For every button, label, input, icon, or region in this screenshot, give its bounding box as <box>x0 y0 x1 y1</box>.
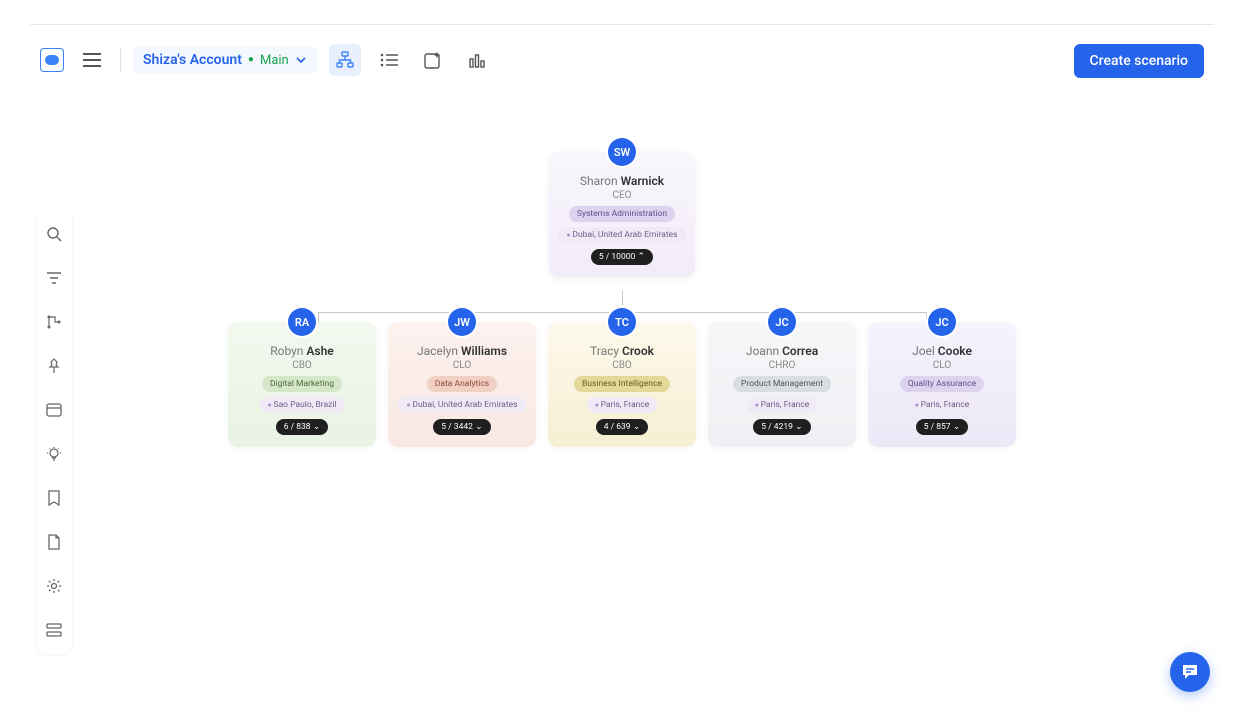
location-chip: Paris, France <box>747 397 818 413</box>
person-name: Joel Cooke <box>876 344 1008 358</box>
avatar: JC <box>768 308 796 336</box>
person-title: CBO <box>556 360 688 371</box>
location-chip: Dubai, United Arab Emirates <box>398 397 525 413</box>
person-title: CEO <box>557 190 687 201</box>
location-chip: Sao Paulo, Brazil <box>260 397 345 413</box>
report-count-pill[interactable]: 5 / 857 <box>916 419 969 435</box>
help-chat-button[interactable] <box>1170 652 1210 692</box>
connector-line <box>318 312 319 322</box>
person-name: Joann Correa <box>716 344 848 358</box>
avatar: JC <box>928 308 956 336</box>
avatar: TC <box>608 308 636 336</box>
report-count-pill[interactable]: 5 / 3442 <box>433 419 490 435</box>
divider <box>120 48 121 72</box>
person-title: CLO <box>876 360 1008 371</box>
org-card-root[interactable]: SW Sharon Warnick CEO Systems Administra… <box>549 152 695 277</box>
person-name: Tracy Crook <box>556 344 688 358</box>
report-count-pill[interactable]: 5 / 4219 <box>753 419 810 435</box>
org-card-child[interactable]: JW Jacelyn Williams CLO Data Analytics D… <box>388 322 536 447</box>
location-chip: Paris, France <box>587 397 658 413</box>
report-count-pill[interactable]: 5 / 10000 <box>591 249 653 265</box>
org-chart-view-icon[interactable] <box>329 44 361 76</box>
avatar: RA <box>288 308 316 336</box>
app-logo[interactable] <box>40 48 64 72</box>
department-chip: Business Intelligence <box>574 376 670 392</box>
department-chip: Digital Marketing <box>262 376 342 392</box>
department-chip: Data Analytics <box>427 376 497 392</box>
sparkle-card-icon[interactable] <box>417 44 449 76</box>
account-name: Shiza's Account <box>143 52 242 68</box>
connector-line <box>926 312 927 322</box>
bar-chart-icon[interactable] <box>461 44 493 76</box>
create-scenario-button[interactable]: Create scenario <box>1074 44 1204 78</box>
report-count-pill[interactable]: 4 / 639 <box>596 419 649 435</box>
person-title: CLO <box>396 360 528 371</box>
account-selector[interactable]: Shiza's Account ● Main <box>133 46 317 74</box>
person-title: CHRO <box>716 360 848 371</box>
location-chip: Paris, France <box>907 397 978 413</box>
topbar: Shiza's Account ● Main <box>40 44 1204 76</box>
chevron-down-icon <box>295 54 307 66</box>
org-card-child[interactable]: RA Robyn Ashe CBO Digital Marketing Sao … <box>228 322 376 447</box>
children-row: RA Robyn Ashe CBO Digital Marketing Sao … <box>228 322 1016 447</box>
person-name: Robyn Ashe <box>236 344 368 358</box>
person-name: Jacelyn Williams <box>396 344 528 358</box>
org-card-child[interactable]: TC Tracy Crook CBO Business Intelligence… <box>548 322 696 447</box>
list-view-icon[interactable] <box>373 44 405 76</box>
org-card-child[interactable]: JC Joel Cooke CLO Quality Assurance Pari… <box>868 322 1016 447</box>
department-chip: Systems Administration <box>569 206 675 222</box>
branch-dot-icon: ● <box>248 55 254 65</box>
location-chip: Dubai, United Arab Emirates <box>558 227 685 243</box>
department-chip: Product Management <box>733 376 831 392</box>
org-card-child[interactable]: JC Joann Correa CHRO Product Management … <box>708 322 856 447</box>
branch-name: Main <box>260 53 289 68</box>
avatar: JW <box>448 308 476 336</box>
person-title: CBO <box>236 360 368 371</box>
department-chip: Quality Assurance <box>900 376 984 392</box>
avatar: SW <box>608 138 636 166</box>
page-top-divider <box>30 24 1214 25</box>
person-name: Sharon Warnick <box>557 174 687 188</box>
org-chart-canvas[interactable]: SW Sharon Warnick CEO Systems Administra… <box>0 90 1244 720</box>
menu-icon[interactable] <box>76 44 108 76</box>
report-count-pill[interactable]: 6 / 838 <box>276 419 329 435</box>
